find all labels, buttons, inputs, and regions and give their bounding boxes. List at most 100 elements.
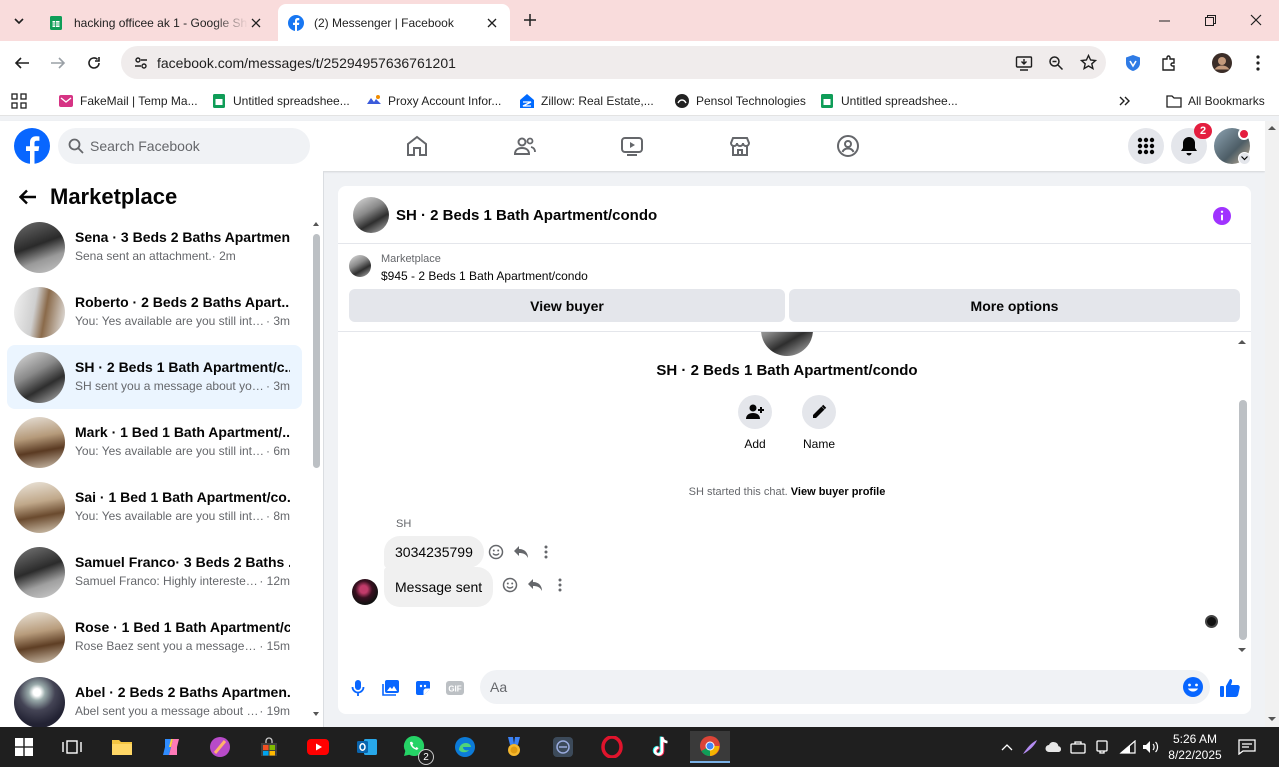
close-window-button[interactable]: [1233, 6, 1279, 34]
wifi-tray-icon[interactable]: [1117, 736, 1139, 758]
menu-button[interactable]: [1128, 128, 1164, 164]
nav-friends[interactable]: [505, 128, 545, 164]
nav-marketplace[interactable]: [720, 128, 760, 164]
add-action[interactable]: Add: [735, 395, 775, 451]
conversation-item[interactable]: SH · 2 Beds 1 Bath Apartment/c... SH sen…: [7, 345, 302, 409]
close-tab-button[interactable]: [484, 15, 500, 31]
conversation-item[interactable]: Sai · 1 Bed 1 Bath Apartment/co... You: …: [7, 475, 302, 539]
reply-button[interactable]: [511, 542, 531, 562]
browser-menu-button[interactable]: [1244, 49, 1272, 77]
nav-groups[interactable]: [828, 128, 868, 164]
install-app-button[interactable]: [1010, 49, 1038, 77]
zoom-button[interactable]: [1042, 49, 1070, 77]
device-tray-icon[interactable]: [1091, 736, 1113, 758]
conversation-item[interactable]: Abel · 2 Beds 2 Baths Apartmen... Abel s…: [7, 670, 302, 734]
medal-app[interactable]: [494, 731, 534, 763]
view-buyer-profile-link[interactable]: View buyer profile: [791, 486, 886, 498]
opera-app[interactable]: [592, 731, 632, 763]
info-icon[interactable]: [1212, 206, 1232, 226]
outlook-app[interactable]: [347, 731, 387, 763]
reload-button[interactable]: [80, 49, 108, 77]
conversation-item[interactable]: Roberto · 2 Beds 2 Baths Apart... You: Y…: [7, 280, 302, 344]
search-input[interactable]: [90, 138, 290, 154]
microsoft-store-app[interactable]: [249, 731, 289, 763]
facebook-logo-icon[interactable]: [14, 128, 50, 164]
conversation-item[interactable]: Mark · 1 Bed 1 Bath Apartment/... You: Y…: [7, 410, 302, 474]
edge-app[interactable]: [445, 731, 485, 763]
nav-video[interactable]: [612, 128, 652, 164]
bookmark-spreadsheet-2[interactable]: Untitled spreadshee...: [819, 91, 958, 111]
bookmark-fakemail[interactable]: FakeMail | Temp Ma...: [58, 91, 198, 111]
bookmark-zillow[interactable]: Zillow: Real Estate,...: [519, 91, 654, 111]
start-button[interactable]: [4, 731, 44, 763]
onedrive-tray-icon[interactable]: [1043, 736, 1065, 758]
show-hidden-icons-button[interactable]: [996, 736, 1018, 758]
reply-button[interactable]: [525, 575, 545, 595]
chat-title[interactable]: SH · 2 Beds 1 Bath Apartment/condo: [396, 207, 657, 224]
tray-app-icon[interactable]: [1067, 736, 1089, 758]
chat-avatar[interactable]: [353, 197, 389, 233]
bookmark-star-button[interactable]: [1074, 49, 1102, 77]
notification-center-button[interactable]: [1236, 736, 1258, 758]
react-button[interactable]: [500, 575, 520, 595]
all-bookmarks-button[interactable]: All Bookmarks: [1166, 91, 1265, 111]
bookmark-pensol[interactable]: Pensol Technologies: [674, 91, 806, 111]
apps-button[interactable]: [11, 91, 27, 111]
whatsapp-app[interactable]: 2: [396, 731, 436, 765]
name-action[interactable]: Name: [799, 395, 839, 451]
pen-tray-icon[interactable]: [1019, 736, 1041, 758]
minimize-button[interactable]: [1141, 6, 1187, 34]
vpn-app[interactable]: [543, 731, 583, 763]
react-button[interactable]: [486, 542, 506, 562]
restore-button[interactable]: [1187, 6, 1233, 34]
chat-scroll-thumb[interactable]: [1239, 400, 1247, 640]
page-scrollbar[interactable]: [1265, 121, 1279, 727]
message-bubble[interactable]: Message sent: [384, 567, 494, 607]
voice-clip-button[interactable]: [346, 676, 370, 700]
listing-thumbnail[interactable]: [349, 255, 371, 277]
attach-photo-button[interactable]: [379, 676, 403, 700]
listing-title[interactable]: $945 - 2 Beds 1 Bath Apartment/condo: [381, 269, 588, 283]
site-info-button[interactable]: [129, 51, 153, 75]
tab-messenger[interactable]: (2) Messenger | Facebook: [278, 4, 510, 41]
message-input[interactable]: [490, 679, 1182, 695]
emoji-icon[interactable]: [1182, 676, 1204, 698]
volume-tray-icon[interactable]: [1140, 736, 1162, 758]
extensions-button[interactable]: [1155, 49, 1183, 77]
more-bookmarks-button[interactable]: [1118, 91, 1132, 111]
youtube-app[interactable]: [298, 731, 338, 763]
feather-app[interactable]: [200, 731, 240, 763]
forward-button[interactable]: [44, 49, 72, 77]
account-menu-chevron[interactable]: [1238, 152, 1251, 165]
sticker-button[interactable]: [411, 676, 435, 700]
back-button[interactable]: [8, 49, 36, 77]
vpn-extension-button[interactable]: [1119, 49, 1147, 77]
profile-button[interactable]: [1208, 49, 1236, 77]
sidebar-scroll-thumb[interactable]: [313, 234, 320, 468]
facebook-search[interactable]: [58, 128, 310, 164]
file-explorer-app[interactable]: [102, 731, 142, 763]
more-message-actions-button[interactable]: [536, 542, 556, 562]
sender-avatar[interactable]: [352, 579, 378, 605]
conversation-item[interactable]: Rose · 1 Bed 1 Bath Apartment/c... Rose …: [7, 605, 302, 669]
conversation-item[interactable]: Sena · 3 Beds 2 Baths Apartmen... Sena s…: [7, 215, 302, 279]
more-options-button[interactable]: More options: [789, 289, 1240, 322]
bookmark-spreadsheet-1[interactable]: Untitled spreadshee...: [211, 91, 350, 111]
edit-name-button[interactable]: [802, 395, 836, 429]
address-bar[interactable]: facebook.com/messages/t/2529495763676120…: [121, 46, 1106, 79]
system-clock[interactable]: 5:26 AM 8/22/2025: [1165, 731, 1225, 763]
view-buyer-button[interactable]: View buyer: [349, 289, 785, 322]
bookmark-proxy[interactable]: Proxy Account Infor...: [366, 91, 501, 111]
tab-search-dropdown[interactable]: [6, 8, 32, 34]
add-person-button[interactable]: [738, 395, 772, 429]
new-tab-button[interactable]: [519, 9, 541, 31]
conversation-item[interactable]: Samuel Franco· 3 Beds 2 Baths ... Samuel…: [7, 540, 302, 604]
url-text[interactable]: facebook.com/messages/t/2529495763676120…: [157, 55, 1010, 71]
task-view-button[interactable]: [52, 731, 92, 763]
gif-button[interactable]: GIF: [443, 676, 467, 700]
back-button[interactable]: [14, 183, 42, 211]
tab-google-sheets[interactable]: hacking officee ak 1 - Google Sh: [38, 4, 274, 41]
close-tab-button[interactable]: [248, 15, 264, 31]
nav-home[interactable]: [397, 128, 437, 164]
tiktok-app[interactable]: [641, 731, 681, 763]
